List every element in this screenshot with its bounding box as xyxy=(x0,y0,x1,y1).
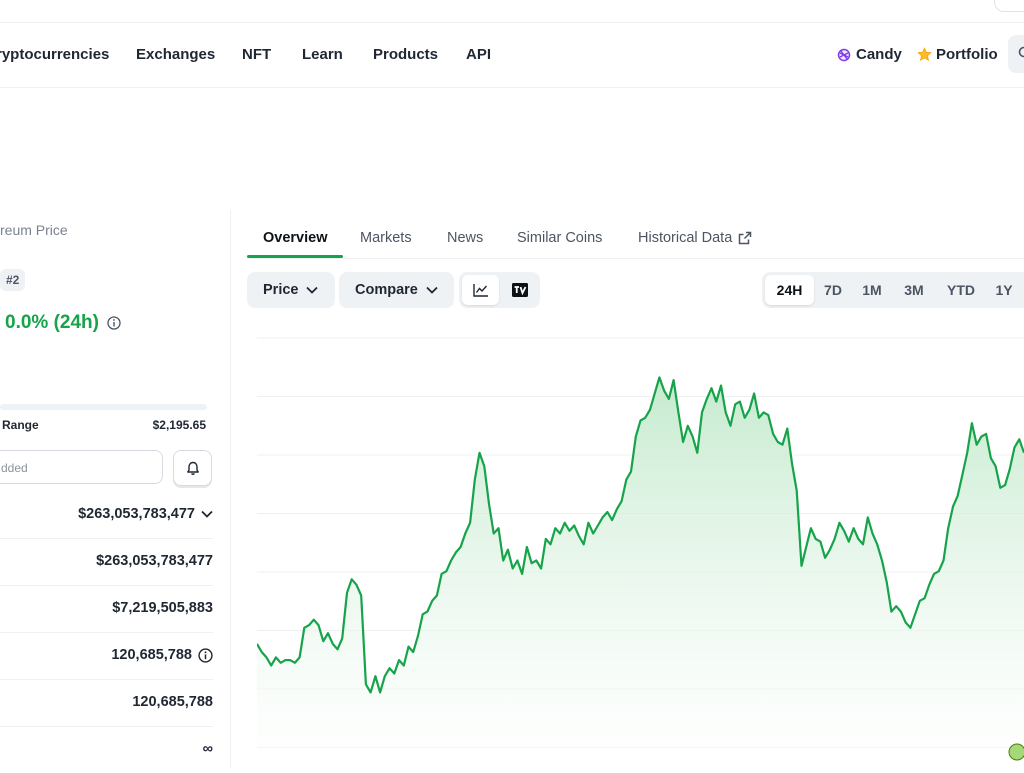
nav-nft[interactable]: NFT xyxy=(242,46,271,63)
price-dropdown[interactable]: Price xyxy=(247,272,335,308)
candy-icon xyxy=(836,47,852,63)
active-tab-indicator xyxy=(247,255,343,258)
period-1m[interactable]: 1M xyxy=(853,275,891,305)
price-range-bar xyxy=(0,404,207,410)
stat-value: ∞ xyxy=(203,741,213,757)
period-ytd[interactable]: YTD xyxy=(938,275,984,305)
info-icon[interactable] xyxy=(198,648,213,663)
top-search-pill[interactable] xyxy=(994,0,1024,12)
nav-portfolio-label: Portfolio xyxy=(936,46,998,63)
range-label: Range xyxy=(2,418,39,432)
tab-historical-data-label: Historical Data xyxy=(638,230,732,246)
coin-title: reum Price xyxy=(0,222,68,238)
chart-type-toggle xyxy=(459,272,540,308)
main-nav: ryptocurrencies Exchanges NFT Learn Prod… xyxy=(0,23,1024,88)
nav-cryptocurrencies[interactable]: ryptocurrencies xyxy=(0,46,109,63)
stat-row-circulating: 120,685,788 xyxy=(0,633,213,680)
stat-value: $7,219,505,883 xyxy=(112,600,213,616)
nav-candy-label: Candy xyxy=(856,46,902,63)
nav-products[interactable]: Products xyxy=(373,46,438,63)
stat-value: 120,685,788 xyxy=(111,647,213,663)
search-icon xyxy=(1018,46,1024,60)
tradingview-icon xyxy=(512,283,528,297)
coin-sidebar: reum Price #2 0.0% (24h) Range $2,195.65… xyxy=(0,210,231,768)
compare-dropdown-label: Compare xyxy=(355,282,418,298)
external-link-icon xyxy=(738,231,752,245)
period-24h[interactable]: 24H xyxy=(765,275,814,305)
stat-row-total-supply: 120,685,788 xyxy=(0,680,213,727)
nav-candy[interactable]: Candy xyxy=(836,46,902,63)
tab-similar-coins[interactable]: Similar Coins xyxy=(517,230,602,246)
compare-dropdown[interactable]: Compare xyxy=(339,272,454,308)
price-area-fill xyxy=(257,377,1024,768)
tab-markets[interactable]: Markets xyxy=(360,230,412,246)
period-3m[interactable]: 3M xyxy=(894,275,934,305)
nav-api[interactable]: API xyxy=(466,46,491,63)
tradingview-button[interactable] xyxy=(503,275,537,305)
chevron-down-icon[interactable] xyxy=(201,510,213,518)
tab-historical-data[interactable]: Historical Data xyxy=(638,230,752,246)
stat-row-max-supply: ∞ xyxy=(0,727,213,773)
star-icon xyxy=(917,47,932,62)
price-chart[interactable] xyxy=(257,320,1024,768)
stat-value: 120,685,788 xyxy=(132,694,213,710)
price-alert-input[interactable]: dded xyxy=(0,450,163,484)
top-strip xyxy=(0,0,1024,23)
bell-icon xyxy=(186,461,200,476)
nav-learn[interactable]: Learn xyxy=(302,46,343,63)
stat-value: $263,053,783,477 xyxy=(78,506,213,522)
stat-row-market-cap: $263,053,783,477 xyxy=(0,492,213,539)
stat-row-volume: $7,219,505,883 xyxy=(0,586,213,633)
period-1y[interactable]: 1Y xyxy=(989,275,1019,305)
price-change: 0.0% (24h) xyxy=(5,312,121,334)
stat-row-fdv: $263,053,783,477 xyxy=(0,539,213,586)
line-chart-icon xyxy=(473,283,489,297)
stat-value-text: $263,053,783,477 xyxy=(78,506,195,522)
search-box[interactable] xyxy=(1008,35,1024,73)
info-icon[interactable] xyxy=(107,316,121,330)
price-dropdown-label: Price xyxy=(263,282,298,298)
line-chart-button[interactable] xyxy=(462,275,499,305)
rank-badge: #2 xyxy=(0,269,25,291)
tab-overview[interactable]: Overview xyxy=(263,230,328,246)
price-alert-button[interactable] xyxy=(173,450,212,486)
period-7d[interactable]: 7D xyxy=(814,275,852,305)
chevron-down-icon xyxy=(426,286,438,294)
tab-news[interactable]: News xyxy=(447,230,483,246)
chart-event-marker[interactable] xyxy=(1009,744,1024,760)
price-change-value: 0.0% (24h) xyxy=(5,312,99,334)
coin-tabs: Overview Markets News Similar Coins Hist… xyxy=(247,222,1024,259)
nav-exchanges[interactable]: Exchanges xyxy=(136,46,215,63)
stat-value: $263,053,783,477 xyxy=(96,553,213,569)
chevron-down-icon xyxy=(306,286,318,294)
stat-value-text: 120,685,788 xyxy=(111,647,192,663)
time-range-selector: 24H 7D 1M 3M YTD 1Y xyxy=(762,272,1024,308)
range-high: $2,195.65 xyxy=(153,418,206,432)
nav-portfolio[interactable]: Portfolio xyxy=(917,46,998,63)
